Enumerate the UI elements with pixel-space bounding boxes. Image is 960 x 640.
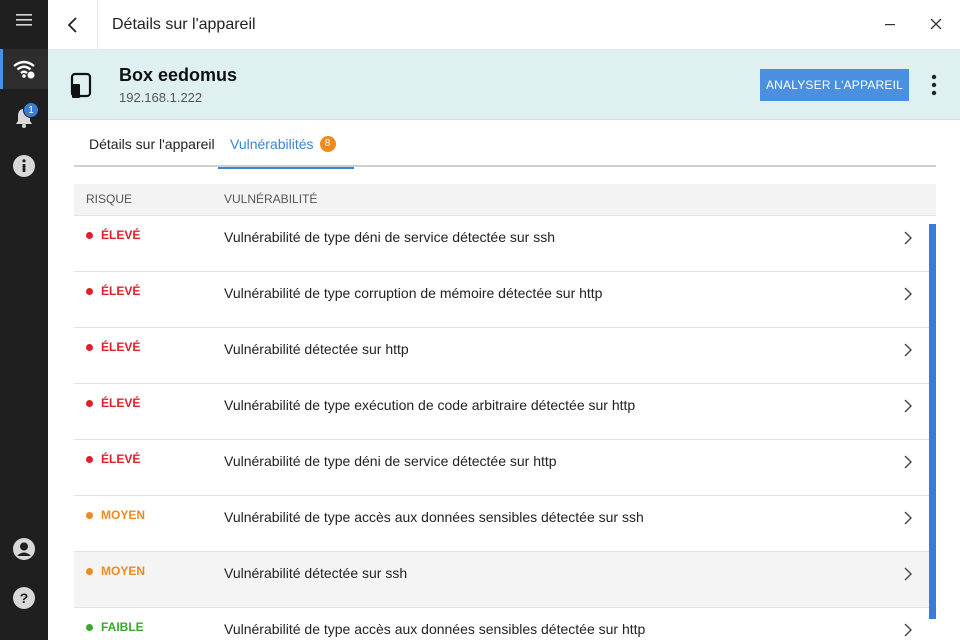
back-button[interactable] [48, 0, 98, 50]
risk-text: ÉLEVÉ [101, 284, 141, 298]
chevron-right-icon [904, 623, 912, 637]
nav-account-button[interactable] [0, 529, 48, 569]
column-header-risk: RISQUE [86, 192, 133, 206]
nav-info-button[interactable] [0, 146, 48, 186]
tab-vulnerabilities[interactable]: Vulnérabilités 8 [218, 120, 354, 169]
risk-dot-icon [86, 343, 93, 351]
risk-label: MOYEN [86, 508, 145, 522]
risk-text: FAIBLE [101, 620, 144, 634]
table-row[interactable]: MOYEN Vulnérabilité détectée sur ssh [74, 552, 936, 608]
table-row[interactable]: ÉLEVÉ Vulnérabilité de type déni de servi… [74, 216, 936, 272]
table-body: ÉLEVÉ Vulnérabilité de type déni de servi… [74, 216, 936, 640]
risk-dot-icon [86, 287, 93, 295]
table-header: RISQUE VULNÉRABILITÉ [74, 184, 936, 216]
minimize-icon [885, 24, 895, 26]
risk-dot-icon [86, 567, 93, 575]
minimize-button[interactable] [878, 12, 902, 36]
vulnerability-text: Vulnérabilité de type déni de service dé… [224, 229, 556, 245]
device-name: Box eedomus [119, 65, 238, 85]
chevron-right-icon [904, 343, 912, 357]
risk-label: ÉLEVÉ [86, 340, 140, 354]
risk-dot-icon [86, 231, 93, 239]
chevron-right-icon [904, 567, 912, 581]
scrollbar[interactable] [929, 224, 936, 619]
vulnerability-text: Vulnérabilité de type accès aux données … [224, 509, 644, 525]
svg-text:?: ? [20, 590, 29, 606]
risk-label: ÉLEVÉ [86, 228, 140, 242]
risk-label: MOYEN [86, 564, 145, 578]
chevron-right-icon [904, 231, 912, 245]
close-button[interactable] [924, 12, 948, 36]
nav-help-button[interactable]: ? [0, 578, 48, 618]
device-icon [70, 72, 92, 98]
vulnerability-text: Vulnérabilité de type exécution de code … [224, 397, 636, 413]
vulnerability-text: Vulnérabilité de type accès aux données … [224, 621, 646, 637]
vulnerability-text: Vulnérabilité de type déni de service dé… [224, 453, 557, 469]
risk-dot-icon [86, 455, 93, 463]
more-options-button[interactable] [922, 70, 946, 100]
risk-text: ÉLEVÉ [101, 452, 141, 466]
notification-count-badge: 1 [23, 102, 39, 118]
risk-text: ÉLEVÉ [101, 340, 141, 354]
menu-icon [16, 14, 32, 26]
menu-button[interactable] [0, 0, 48, 40]
close-icon [930, 18, 942, 30]
info-icon [13, 155, 35, 177]
vulnerability-text: Vulnérabilité détectée sur http [224, 341, 409, 357]
table-row[interactable]: ÉLEVÉ Vulnérabilité de type corruption de… [74, 272, 936, 328]
table-row[interactable]: FAIBLE Vulnérabilité de type accès aux do… [74, 608, 936, 640]
risk-dot-icon [86, 511, 93, 519]
risk-label: ÉLEVÉ [86, 452, 140, 466]
vulnerabilities-count-badge: 8 [319, 135, 336, 152]
chevron-right-icon [904, 287, 912, 301]
device-header: Box eedomus 192.168.1.222 ANALYSER L'APP… [48, 50, 960, 120]
tab-device-details[interactable]: Détails sur l'appareil [89, 120, 215, 167]
table-row[interactable]: MOYEN Vulnérabilité de type accès aux don… [74, 496, 936, 552]
risk-text: MOYEN [101, 508, 146, 522]
back-arrow-icon [67, 17, 77, 33]
help-icon: ? [13, 587, 35, 609]
tab-bar: Détails sur l'appareil Vulnérabilités 8 [74, 120, 936, 169]
device-ip: 192.168.1.222 [119, 90, 203, 105]
chevron-right-icon [904, 399, 912, 413]
scan-device-button[interactable]: ANALYSER L'APPAREIL [760, 69, 909, 101]
risk-dot-icon [86, 399, 93, 407]
risk-text: ÉLEVÉ [101, 228, 141, 242]
tab-vulnerabilities-label: Vulnérabilités [230, 135, 314, 152]
vulnerability-text: Vulnérabilité de type corruption de mémo… [224, 285, 603, 301]
risk-label: ÉLEVÉ [86, 284, 140, 298]
table-row[interactable]: ÉLEVÉ Vulnérabilité de type déni de servi… [74, 440, 936, 496]
account-icon [13, 538, 35, 560]
risk-text: MOYEN [101, 564, 146, 578]
risk-label: ÉLEVÉ [86, 396, 140, 410]
vulnerabilities-table: RISQUE VULNÉRABILITÉ ÉLEVÉ Vulnérabilité … [74, 184, 936, 640]
risk-text: ÉLEVÉ [101, 396, 141, 410]
risk-label: FAIBLE [86, 620, 144, 634]
table-row[interactable]: ÉLEVÉ Vulnérabilité détectée sur http [74, 328, 936, 384]
vulnerability-text: Vulnérabilité détectée sur ssh [224, 565, 408, 581]
chevron-right-icon [904, 511, 912, 525]
column-header-vulnerability: VULNÉRABILITÉ [224, 192, 318, 206]
nav-rail: 1 ? [0, 0, 48, 640]
more-vertical-icon [931, 74, 937, 96]
page-title: Détails sur l'appareil [112, 16, 256, 33]
chevron-right-icon [904, 455, 912, 469]
title-bar: Détails sur l'appareil [48, 0, 960, 50]
nav-network-button[interactable] [0, 49, 48, 89]
table-row[interactable]: ÉLEVÉ Vulnérabilité de type exécution de … [74, 384, 936, 440]
tab-device-details-label: Détails sur l'appareil [89, 135, 215, 152]
risk-dot-icon [86, 623, 93, 631]
wifi-icon [13, 60, 35, 79]
